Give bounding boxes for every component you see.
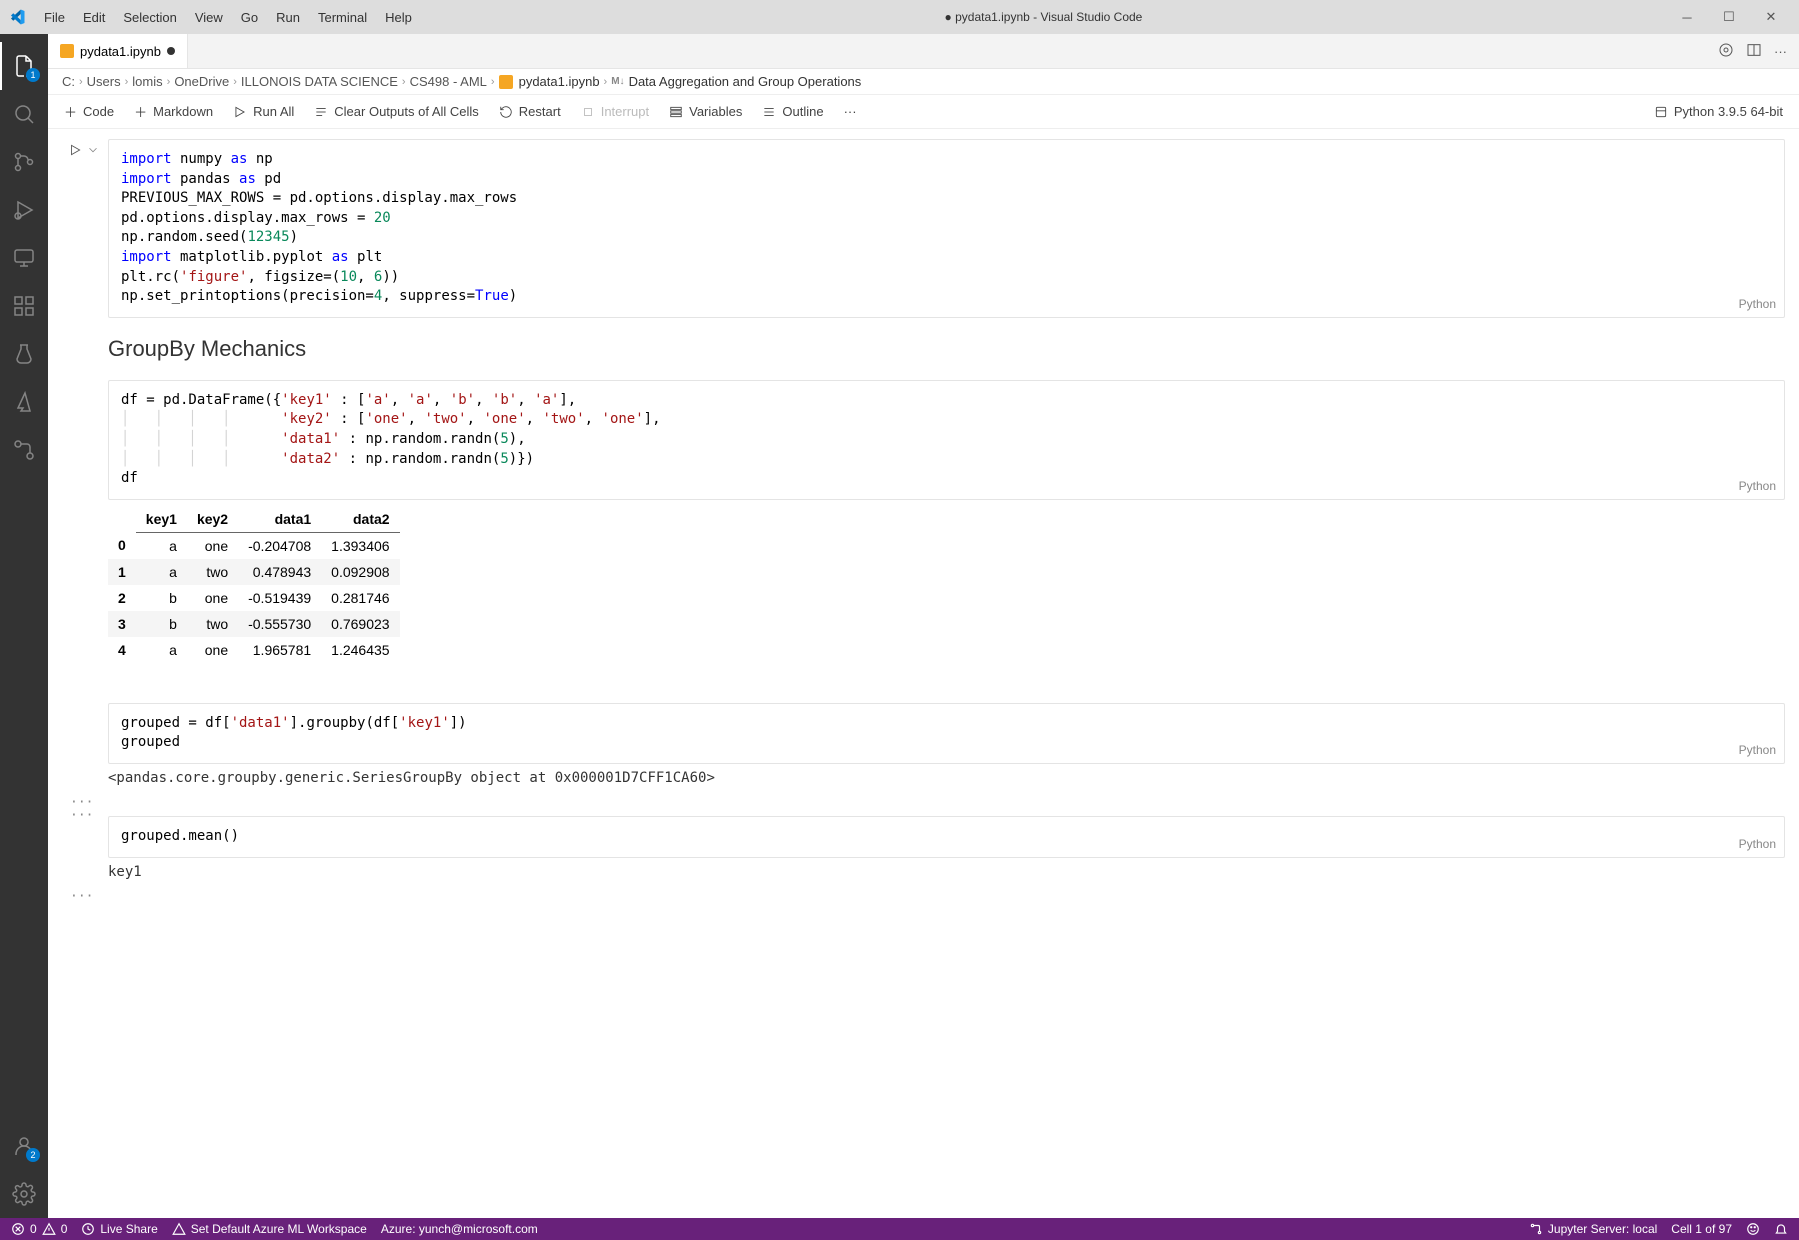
add-code-button[interactable]: ＋Code xyxy=(56,98,122,125)
tab-bar: pydata1.ipynb ··· xyxy=(48,34,1799,69)
breadcrumb[interactable]: C:› Users› lomis› OneDrive› ILLONOIS DAT… xyxy=(48,69,1799,95)
explorer-badge: 1 xyxy=(26,68,40,82)
search-icon[interactable] xyxy=(0,90,48,138)
breadcrumb-cell[interactable]: Data Aggregation and Group Operations xyxy=(629,74,862,89)
notebook-file-icon xyxy=(60,44,74,58)
cell-language-label[interactable]: Python xyxy=(1739,836,1776,853)
text-output: key1 xyxy=(108,864,1785,880)
toolbar-settings-icon[interactable] xyxy=(1718,42,1734,61)
activity-bar: 1 2 xyxy=(0,34,48,1218)
notebook-body[interactable]: import numpy as np import pandas as pd P… xyxy=(48,129,1799,1218)
status-bar: 0 0 Live Share Set Default Azure ML Work… xyxy=(0,1218,1799,1240)
extensions-icon[interactable] xyxy=(0,282,48,330)
code-cell[interactable]: grouped.mean()Python ··· key1 xyxy=(108,816,1785,880)
output-collapse-icon[interactable]: ··· xyxy=(70,795,93,810)
settings-gear-icon[interactable] xyxy=(0,1170,48,1218)
dataframe-output: key1key2data1data2 0aone-0.2047081.39340… xyxy=(108,506,1785,663)
variables-button[interactable]: Variables xyxy=(661,100,750,123)
status-azure-account[interactable]: Azure: yunch@microsoft.com xyxy=(374,1218,545,1240)
status-errors[interactable]: 0 0 xyxy=(4,1218,74,1240)
code-editor[interactable]: grouped.mean()Python xyxy=(108,816,1785,858)
run-all-button[interactable]: Run All xyxy=(225,100,302,123)
testing-icon[interactable] xyxy=(0,330,48,378)
menu-run[interactable]: Run xyxy=(268,6,308,29)
notebook-toolbar: ＋Code ＋Markdown Run All Clear Outputs of… xyxy=(48,95,1799,129)
maximize-button[interactable]: ☐ xyxy=(1709,2,1749,32)
breadcrumb-seg[interactable]: OneDrive xyxy=(174,74,229,89)
code-editor[interactable]: import numpy as np import pandas as pd P… xyxy=(108,139,1785,318)
azure-icon[interactable] xyxy=(0,378,48,426)
breadcrumb-file[interactable]: pydata1.ipynb xyxy=(519,74,600,89)
status-jupyter-server[interactable]: Jupyter Server: local xyxy=(1522,1218,1664,1240)
cell-language-label[interactable]: Python xyxy=(1739,478,1776,495)
dirty-indicator-icon xyxy=(167,47,175,55)
window-title: ● pydata1.ipynb - Visual Studio Code xyxy=(420,10,1667,24)
table-row: 1atwo0.4789430.092908 xyxy=(108,559,400,585)
cell-language-label[interactable]: Python xyxy=(1739,742,1776,759)
output-collapse-icon[interactable]: ··· xyxy=(70,889,93,904)
source-control-icon[interactable] xyxy=(0,138,48,186)
code-cell[interactable]: grouped = df['data1'].groupby(df['key1']… xyxy=(108,703,1785,786)
breadcrumb-seg[interactable]: Users xyxy=(87,74,121,89)
add-markdown-button[interactable]: ＋Markdown xyxy=(126,98,221,125)
table-row: 2bone-0.5194390.281746 xyxy=(108,585,400,611)
run-debug-icon[interactable] xyxy=(0,186,48,234)
explorer-icon[interactable]: 1 xyxy=(0,42,48,90)
code-editor[interactable]: grouped = df['data1'].groupby(df['key1']… xyxy=(108,703,1785,764)
kernel-picker[interactable]: Python 3.9.5 64-bit xyxy=(1646,100,1791,123)
tab-label: pydata1.ipynb xyxy=(80,44,161,59)
breadcrumb-seg[interactable]: C: xyxy=(62,74,75,89)
title-bar: File Edit Selection View Go Run Terminal… xyxy=(0,0,1799,34)
more-actions-icon[interactable]: ··· xyxy=(1774,44,1787,59)
menu-bar: File Edit Selection View Go Run Terminal… xyxy=(36,6,420,29)
breadcrumb-seg[interactable]: CS498 - AML xyxy=(410,74,487,89)
markdown-heading[interactable]: GroupBy Mechanics xyxy=(108,336,1785,362)
breadcrumb-seg[interactable]: lomis xyxy=(132,74,162,89)
split-editor-icon[interactable] xyxy=(1746,42,1762,61)
code-cell[interactable]: import numpy as np import pandas as pd P… xyxy=(108,139,1785,318)
code-cell[interactable]: df = pd.DataFrame({'key1' : ['a', 'a', '… xyxy=(108,380,1785,663)
menu-selection[interactable]: Selection xyxy=(115,6,184,29)
minimize-button[interactable]: ─ xyxy=(1667,2,1707,32)
tab-pydata1[interactable]: pydata1.ipynb xyxy=(48,34,188,68)
vscode-logo-icon xyxy=(8,8,26,26)
interrupt-button: Interrupt xyxy=(573,100,657,123)
toolbar-overflow-icon[interactable]: ··· xyxy=(836,100,865,123)
menu-terminal[interactable]: Terminal xyxy=(310,6,375,29)
status-notifications-icon[interactable] xyxy=(1767,1218,1795,1240)
table-row: 3btwo-0.5557300.769023 xyxy=(108,611,400,637)
notebook-file-icon xyxy=(499,75,513,89)
table-row: 4aone1.9657811.246435 xyxy=(108,637,400,663)
status-live-share[interactable]: Live Share xyxy=(74,1218,164,1240)
menu-go[interactable]: Go xyxy=(233,6,266,29)
output-collapse-icon[interactable]: ··· xyxy=(70,808,93,823)
table-row: 0aone-0.2047081.393406 xyxy=(108,532,400,559)
accounts-badge: 2 xyxy=(26,1148,40,1162)
close-button[interactable]: ✕ xyxy=(1751,2,1791,32)
cell-language-label[interactable]: Python xyxy=(1739,296,1776,313)
outline-button[interactable]: Outline xyxy=(754,100,831,123)
menu-view[interactable]: View xyxy=(187,6,231,29)
restart-button[interactable]: Restart xyxy=(491,100,569,123)
status-azure-workspace[interactable]: Set Default Azure ML Workspace xyxy=(165,1218,374,1240)
code-editor[interactable]: df = pd.DataFrame({'key1' : ['a', 'a', '… xyxy=(108,380,1785,500)
status-feedback-icon[interactable] xyxy=(1739,1218,1767,1240)
menu-help[interactable]: Help xyxy=(377,6,420,29)
text-output: <pandas.core.groupby.generic.SeriesGroup… xyxy=(108,770,1785,786)
github-actions-icon[interactable] xyxy=(0,426,48,474)
breadcrumb-seg[interactable]: ILLONOIS DATA SCIENCE xyxy=(241,74,398,89)
accounts-icon[interactable]: 2 xyxy=(0,1122,48,1170)
clear-outputs-button[interactable]: Clear Outputs of All Cells xyxy=(306,100,487,123)
menu-file[interactable]: File xyxy=(36,6,73,29)
menu-edit[interactable]: Edit xyxy=(75,6,113,29)
run-cell-button[interactable] xyxy=(68,143,100,157)
status-cell-position[interactable]: Cell 1 of 97 xyxy=(1664,1218,1739,1240)
remote-explorer-icon[interactable] xyxy=(0,234,48,282)
